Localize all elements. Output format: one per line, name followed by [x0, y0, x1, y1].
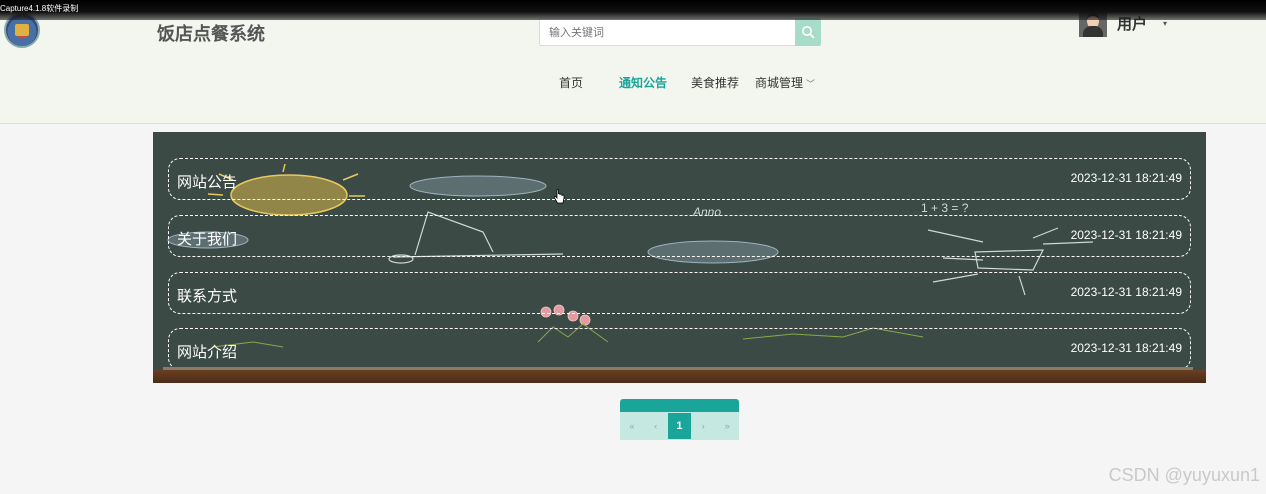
- notice-date: 2023-12-31 18:21:49: [1070, 285, 1182, 299]
- chevron-down-icon: ﹀: [806, 80, 816, 90]
- current-page-button[interactable]: 1: [667, 413, 692, 439]
- notice-title[interactable]: 网站公告: [177, 171, 237, 192]
- notice-date: 2023-12-31 18:21:49: [1070, 171, 1182, 185]
- search-icon: [802, 26, 815, 39]
- site-title[interactable]: 饭店点餐系统: [157, 20, 265, 46]
- notice-title[interactable]: 关于我们: [177, 228, 237, 249]
- notice-item[interactable]: 联系方式 2023-12-31 18:21:49: [168, 272, 1191, 314]
- notice-item[interactable]: 网站公告 2023-12-31 18:21:49: [168, 158, 1191, 200]
- nav-item-notices[interactable]: 通知公告: [619, 74, 667, 91]
- pagination: « ‹ 1 › »: [620, 399, 739, 440]
- next-page-button[interactable]: ›: [691, 412, 715, 440]
- hand-cursor-icon: [553, 189, 565, 204]
- notice-item[interactable]: 关于我们 2023-12-31 18:21:49: [168, 215, 1191, 257]
- notice-date: 2023-12-31 18:21:49: [1070, 228, 1182, 242]
- last-page-button[interactable]: »: [715, 412, 739, 440]
- nav-item-home[interactable]: 首页: [559, 74, 583, 91]
- pagination-header: [620, 399, 739, 412]
- nav-item-mall-management[interactable]: 商城管理 ﹀: [755, 74, 815, 91]
- notice-item[interactable]: 网站介绍 2023-12-31 18:21:49: [168, 328, 1191, 370]
- nav-item-food-recommend[interactable]: 美食推荐: [691, 74, 739, 91]
- chalk-ledge: [153, 367, 1206, 383]
- notice-date: 2023-12-31 18:21:49: [1070, 341, 1182, 355]
- search-button[interactable]: [795, 18, 821, 46]
- first-page-button[interactable]: «: [620, 412, 644, 440]
- prev-page-button[interactable]: ‹: [644, 412, 668, 440]
- svg-text:1 + 3 = ?: 1 + 3 = ?: [921, 201, 969, 215]
- search-input[interactable]: [539, 18, 796, 46]
- pagination-row: « ‹ 1 › »: [620, 412, 739, 440]
- main-nav: 首页 通知公告 美食推荐 商城管理 ﹀: [0, 74, 1266, 94]
- notice-board: Anno 1 + 3 = ? 网站公告 2023-12-31 18:21:49 …: [153, 132, 1206, 383]
- notice-title[interactable]: 网站介绍: [177, 341, 237, 362]
- nav-item-label: 商城管理: [755, 76, 804, 90]
- notice-title[interactable]: 联系方式: [177, 285, 237, 306]
- recorder-label: Capture4.1.8软件录制: [0, 4, 79, 13]
- recorder-bar: Capture4.1.8软件录制: [0, 0, 1266, 20]
- watermark: CSDN @yuyuxun1: [1108, 465, 1260, 485]
